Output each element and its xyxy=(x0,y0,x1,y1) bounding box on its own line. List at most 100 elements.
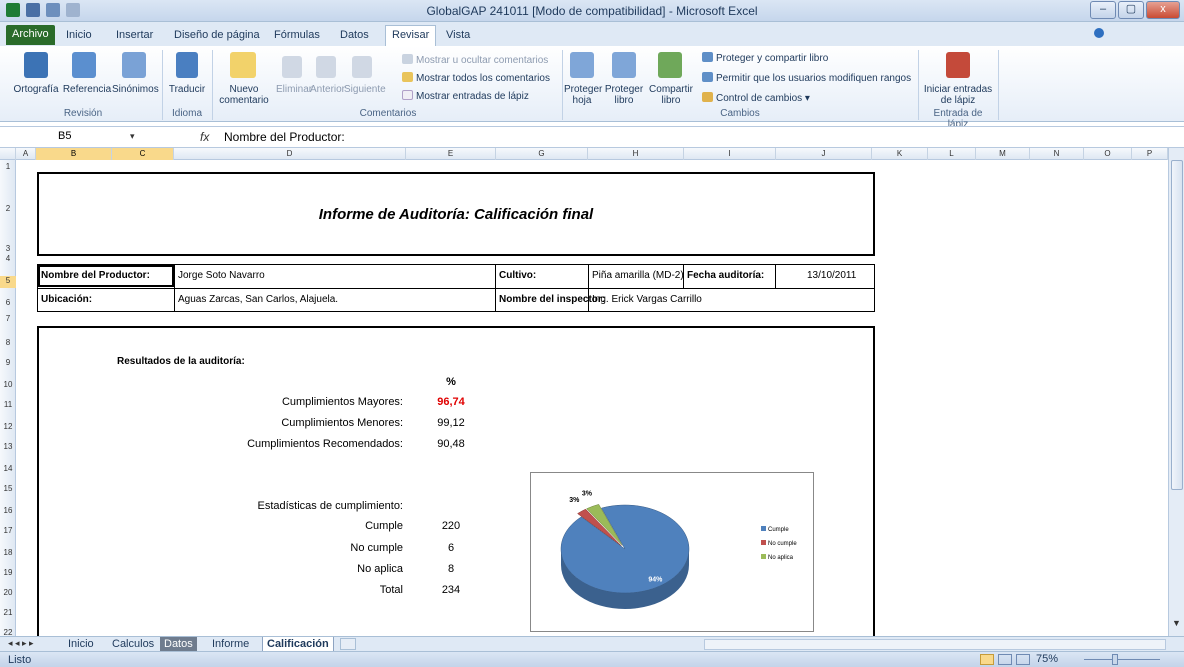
iniciar-entradas-button[interactable]: Iniciar entradas de lápiz xyxy=(922,84,994,106)
row-header[interactable]: 4 xyxy=(0,254,16,263)
nuevo-comentario-button[interactable]: Nuevo comentario xyxy=(216,84,272,106)
column-header[interactable]: A xyxy=(16,148,36,160)
tab-formulas[interactable]: Fórmulas xyxy=(268,26,326,46)
sheet-tab-informe[interactable]: Informe xyxy=(208,637,253,652)
row-header[interactable]: 2 xyxy=(0,204,16,213)
tab-datos[interactable]: Datos xyxy=(334,26,375,46)
sinonimos-button[interactable]: Sinónimos xyxy=(112,84,159,95)
row-header[interactable]: 5 xyxy=(0,276,16,288)
row-header[interactable]: 11 xyxy=(0,400,16,409)
column-header[interactable]: E xyxy=(406,148,496,160)
row-header[interactable]: 15 xyxy=(0,484,16,493)
zoom-slider[interactable] xyxy=(1084,659,1160,660)
column-header[interactable]: H xyxy=(588,148,684,160)
help-icon[interactable] xyxy=(1094,28,1104,38)
column-header[interactable]: M xyxy=(976,148,1030,160)
row-header[interactable]: 20 xyxy=(0,588,16,597)
zoom-level[interactable]: 75% xyxy=(1036,653,1058,665)
insert-sheet-icon[interactable] xyxy=(340,638,356,650)
row-header[interactable]: 12 xyxy=(0,422,16,431)
column-header[interactable]: O xyxy=(1084,148,1132,160)
select-all-corner[interactable] xyxy=(0,148,16,160)
inspector-value: Ing. Erick Vargas Carrillo xyxy=(592,294,702,305)
tab-archivo[interactable]: Archivo xyxy=(6,25,55,45)
percent-header: % xyxy=(446,376,456,388)
row-header[interactable]: 6 xyxy=(0,298,16,307)
proteger-hoja-button[interactable]: Proteger hoja xyxy=(564,84,602,106)
row-header[interactable]: 14 xyxy=(0,464,16,473)
sheet-nav-icon[interactable]: ◂ ◂ ▸ ▸ xyxy=(8,638,34,649)
column-header[interactable]: G xyxy=(496,148,588,160)
column-header[interactable]: C xyxy=(112,148,174,160)
worksheet[interactable]: Informe de Auditoría: Calificación final… xyxy=(17,160,1168,636)
tab-vista[interactable]: Vista xyxy=(440,26,476,46)
data-label: 94% xyxy=(648,577,663,584)
mostrar-todos-button[interactable]: Mostrar todos los comentarios xyxy=(402,72,550,84)
row-header[interactable]: 9 xyxy=(0,358,16,367)
sheet-tab-calificacion[interactable]: Calificación xyxy=(262,637,334,652)
row-header[interactable]: 16 xyxy=(0,506,16,515)
column-header[interactable]: J xyxy=(776,148,872,160)
ortografia-button[interactable]: Ortografía xyxy=(8,84,64,95)
row-header[interactable]: 1 xyxy=(0,162,16,171)
sheet-tab-calculos[interactable]: Calculos xyxy=(108,637,158,652)
row-header[interactable]: 13 xyxy=(0,442,16,451)
control-cambios-button[interactable]: Control de cambios ▾ xyxy=(702,92,810,104)
proteger-libro-label-1: Proteger xyxy=(604,84,644,95)
anterior-button[interactable]: Anterior xyxy=(310,84,345,95)
proteger-libro-button[interactable]: Proteger libro xyxy=(604,84,644,106)
productor-label: Nombre del Productor: xyxy=(41,270,150,281)
tab-diseno[interactable]: Diseño de página xyxy=(168,26,266,46)
pie-chart[interactable]: 94% 3% 3% Cumple No cumple No aplica xyxy=(530,472,814,632)
vertical-scrollbar[interactable]: ▼ xyxy=(1168,148,1184,636)
sheet-tab-inicio[interactable]: Inicio xyxy=(64,637,98,652)
referencia-button[interactable]: Referencia xyxy=(62,84,112,95)
tab-inicio[interactable]: Inicio xyxy=(60,26,98,46)
normal-view-icon[interactable] xyxy=(980,654,994,665)
formula-input[interactable]: Nombre del Productor: xyxy=(224,130,345,144)
siguiente-button[interactable]: Siguiente xyxy=(344,84,386,95)
page-layout-icon[interactable] xyxy=(998,654,1012,665)
compartir-libro-button[interactable]: Compartir libro xyxy=(648,84,694,106)
scroll-down-icon[interactable]: ▼ xyxy=(1172,618,1181,628)
allow-edit-icon xyxy=(702,72,713,82)
name-box[interactable]: B5 xyxy=(16,130,146,146)
column-header[interactable]: L xyxy=(928,148,976,160)
column-header[interactable]: N xyxy=(1030,148,1084,160)
traducir-button[interactable]: Traducir xyxy=(166,84,208,95)
close-button[interactable]: x xyxy=(1146,1,1180,19)
page-break-icon[interactable] xyxy=(1016,654,1030,665)
proteger-compartir-button[interactable]: Proteger y compartir libro xyxy=(702,52,828,64)
row-header[interactable]: 21 xyxy=(0,608,16,617)
table-line xyxy=(37,288,875,289)
permitir-button[interactable]: Permitir que los usuarios modifiquen ran… xyxy=(702,72,911,84)
tab-insertar[interactable]: Insertar xyxy=(110,26,159,46)
row-header[interactable]: 10 xyxy=(0,380,16,389)
row-header[interactable]: 19 xyxy=(0,568,16,577)
row-header[interactable]: 7 xyxy=(0,314,16,323)
horizontal-scrollbar[interactable] xyxy=(704,639,1166,650)
row-header[interactable]: 3 xyxy=(0,244,16,253)
tab-revisar[interactable]: Revisar xyxy=(385,25,437,46)
row-header[interactable]: 18 xyxy=(0,548,16,557)
maximize-button[interactable]: ▢ xyxy=(1118,1,1144,19)
column-header[interactable]: K xyxy=(872,148,928,160)
name-box-dropdown-icon[interactable]: ▾ xyxy=(130,131,135,142)
mostrar-lapiz-button[interactable]: Mostrar entradas de lápiz xyxy=(402,90,529,102)
minimize-button[interactable]: – xyxy=(1090,1,1116,19)
translate-icon xyxy=(176,52,198,78)
sheet-tab-datos[interactable]: Datos xyxy=(160,637,197,652)
cultivo-value: Piña amarilla (MD-2) xyxy=(592,270,684,281)
scrollbar-thumb[interactable] xyxy=(1171,160,1183,490)
column-header[interactable]: B xyxy=(36,148,112,160)
row-header[interactable]: 17 xyxy=(0,526,16,535)
column-header[interactable]: D xyxy=(174,148,406,160)
eliminar-button[interactable]: Eliminar xyxy=(276,84,312,95)
protect-book-icon xyxy=(612,52,636,78)
insert-function-button[interactable]: fx xyxy=(200,130,209,144)
column-header[interactable]: I xyxy=(684,148,776,160)
column-header[interactable]: P xyxy=(1132,148,1168,160)
row-header[interactable]: 8 xyxy=(0,338,16,347)
zoom-slider-thumb[interactable] xyxy=(1112,654,1118,665)
mostrar-ocultar-button[interactable]: Mostrar u ocultar comentarios xyxy=(402,54,548,66)
